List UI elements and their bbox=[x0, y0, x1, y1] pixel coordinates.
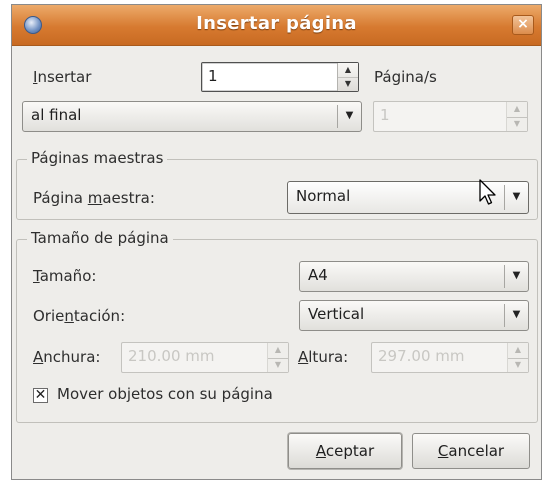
orientation-label: Orientación: bbox=[33, 307, 126, 325]
move-objects-checkbox[interactable]: ✕ bbox=[33, 388, 48, 403]
insert-count-spin-buttons: ▲ ▼ bbox=[337, 63, 358, 91]
insert-position-combo[interactable]: al final ▼ bbox=[22, 101, 362, 132]
mouse-cursor-icon bbox=[479, 179, 496, 205]
orientation-combo[interactable]: Vertical ▼ bbox=[299, 300, 529, 331]
height-value: 297.00 mm bbox=[378, 347, 465, 365]
spin-down-icon[interactable]: ▼ bbox=[338, 77, 358, 91]
titlebar[interactable]: Insertar página × bbox=[12, 5, 541, 46]
insert-page-dialog: Insertar página × Insertar 1 ▲ ▼ Página/… bbox=[11, 4, 542, 480]
page-number-spin-buttons: ▲ ▼ bbox=[506, 102, 527, 131]
chevron-down-icon: ▼ bbox=[504, 185, 528, 210]
move-objects-label[interactable]: Mover objetos con su página bbox=[57, 385, 273, 403]
close-button[interactable]: × bbox=[512, 15, 534, 35]
width-value: 210.00 mm bbox=[128, 347, 215, 365]
page-number-value: 1 bbox=[380, 106, 390, 124]
master-page-label: Página maestra: bbox=[33, 189, 155, 207]
checkmark-icon: ✕ bbox=[34, 387, 47, 403]
width-label: Anchura: bbox=[33, 348, 101, 366]
close-icon: × bbox=[517, 16, 529, 32]
orientation-value: Vertical bbox=[308, 305, 365, 323]
window-title: Insertar página bbox=[196, 13, 357, 34]
chevron-down-icon: ▼ bbox=[504, 265, 528, 288]
spin-up-icon[interactable]: ▲ bbox=[338, 63, 358, 78]
size-label: Tamaño: bbox=[33, 267, 97, 285]
spin-up-icon: ▲ bbox=[508, 343, 528, 359]
insert-label: Insertar bbox=[33, 68, 92, 86]
master-page-value: Normal bbox=[296, 187, 351, 205]
unit-label: Página/s bbox=[374, 68, 437, 86]
spin-down-icon: ▼ bbox=[274, 359, 282, 369]
insert-count-spinbox[interactable]: 1 ▲ ▼ bbox=[201, 62, 359, 92]
height-spin-buttons: ▲ ▼ bbox=[507, 343, 528, 372]
master-pages-frame-title: Páginas maestras bbox=[27, 149, 168, 167]
spin-up-icon: ▲ bbox=[507, 102, 527, 118]
page-number-spinbox: 1 ▲ ▼ bbox=[373, 101, 528, 132]
accept-button[interactable]: Aceptar bbox=[288, 433, 402, 469]
page-size-frame-title: Tamaño de página bbox=[27, 229, 173, 247]
cancel-button[interactable]: Cancelar bbox=[412, 433, 530, 469]
width-spinbox: 210.00 mm ▲ ▼ bbox=[121, 342, 289, 373]
width-spin-buttons: ▲ ▼ bbox=[267, 343, 288, 372]
chevron-down-icon: ▼ bbox=[504, 304, 528, 327]
height-label: Altura: bbox=[298, 348, 349, 366]
insert-count-value: 1 bbox=[208, 67, 218, 85]
spin-up-icon: ▲ bbox=[268, 343, 288, 359]
spin-down-icon: ▼ bbox=[514, 359, 522, 369]
chevron-down-icon: ▼ bbox=[337, 105, 361, 128]
size-value: A4 bbox=[308, 266, 328, 284]
height-spinbox: 297.00 mm ▲ ▼ bbox=[371, 342, 529, 373]
size-combo[interactable]: A4 ▼ bbox=[299, 261, 529, 292]
insert-position-value: al final bbox=[31, 106, 82, 124]
spin-down-icon: ▼ bbox=[513, 118, 521, 128]
